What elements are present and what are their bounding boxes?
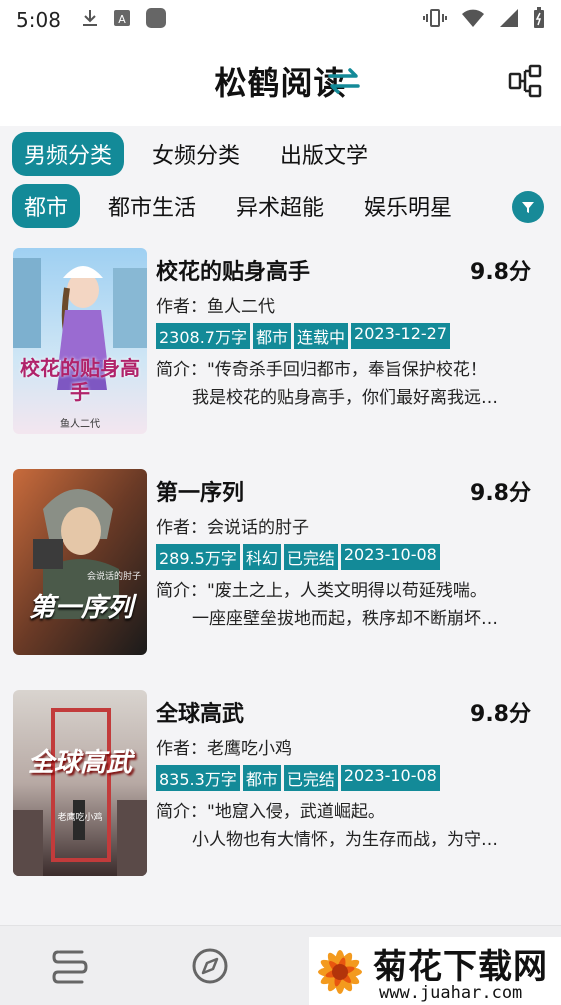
tag-word-count: 835.3万字 [156,765,240,791]
watermark-title: 菊花下载网 [373,947,548,987]
svg-text:A: A [118,13,126,26]
book-item[interactable]: 全球高武 老鹰吃小鸡 全球高武 9.8分 作者：老鹰吃小鸡 835.3万字 都市… [0,688,561,909]
book-score: 9.8分 [470,702,531,727]
intro-line: 一座座壁垒拔地而起，秩序却不断崩坏… [192,609,498,629]
book-score: 9.8分 [470,481,531,506]
status-bar: 5:08 A [0,0,561,40]
intro-line: 小人物也有大情怀，为生存而战，为守… [192,830,498,850]
tag-category: 都市 [253,323,292,349]
vibrate-icon [423,8,447,32]
tag-word-count: 289.5万字 [156,544,240,570]
tag-date: 2023-10-08 [340,544,440,570]
book-tags: 289.5万字 科幻 已完结 2023-10-08 [156,544,440,570]
app-square-icon [145,7,167,33]
tag-status: 已完结 [283,544,338,570]
book-author: 作者：老鹰吃小鸡 [156,739,292,759]
tab-publish[interactable]: 出版文学 [268,132,380,176]
book-intro: 简介："传奇杀手回归都市，奉旨保护校花！ 我是校花的贴身高手，你们最好离我远… [156,356,536,412]
watermark: 菊花下载网 www.juahar.com [309,937,561,1005]
tag-date: 2023-12-27 [351,323,451,349]
tag-category: 科幻 [242,544,281,570]
battery-icon [533,7,545,33]
book-score: 9.8分 [470,260,531,285]
intro-line: 简介："传奇杀手回归都市，奉旨保护校花！ [156,360,487,380]
tab-city[interactable]: 都市 [12,184,81,228]
status-time: 5:08 [16,8,61,32]
tag-status: 已完结 [283,765,338,791]
book-cover[interactable]: 全球高武 老鹰吃小鸡 [13,690,147,876]
cover-title: 第一序列 [28,593,133,623]
download-icon [81,8,99,32]
tag-status: 连载中 [294,323,349,349]
book-item[interactable]: 校花的贴身高手 鱼人二代 校花的贴身高手 9.8分 作者：鱼人二代 2308.7… [0,246,561,467]
book-title[interactable]: 全球高武 [156,696,244,728]
app-a-icon: A [113,9,131,31]
secondary-tabs: 都市 都市生活 异术超能 娱乐明星 [12,184,464,228]
cover-author: 会说话的肘子 [86,572,141,582]
tab-female[interactable]: 女频分类 [140,132,252,176]
app-bar: 松鹤阅读 [0,40,561,126]
signal-icon [499,8,519,32]
compass-icon[interactable] [190,946,230,986]
tab-superpower[interactable]: 异术超能 [224,184,336,228]
cover-author: 老鹰吃小鸡 [57,813,103,823]
book-item[interactable]: 第一序列 会说话的肘子 第一序列 9.8分 作者：会说话的肘子 289.5万字 … [0,467,561,688]
book-cover[interactable]: 第一序列 会说话的肘子 [13,469,147,655]
flower-logo-icon [318,950,362,994]
network-icon[interactable] [508,64,542,98]
book-title[interactable]: 第一序列 [156,475,244,507]
book-author: 作者：鱼人二代 [156,297,275,317]
intro-line: 我是校花的贴身高手，你们最好离我远… [192,388,498,408]
filter-icon [522,202,534,213]
tab-city-life[interactable]: 都市生活 [96,184,208,228]
cover-title: 全球高武 [27,748,132,778]
cover-author: 鱼人二代 [60,419,100,430]
bookshelf-icon[interactable] [50,946,90,986]
tag-category: 都市 [242,765,281,791]
intro-line: 简介："地窟入侵，武道崛起。 [156,802,385,822]
book-list: 校花的贴身高手 鱼人二代 校花的贴身高手 9.8分 作者：鱼人二代 2308.7… [0,246,561,909]
book-author: 作者：会说话的肘子 [156,518,309,538]
book-intro: 简介："废土之上，人类文明得以苟延残喘。 一座座壁垒拔地而起，秩序却不断崩坏… [156,577,536,633]
wifi-icon [461,8,485,32]
book-intro: 简介："地窟入侵，武道崛起。 小人物也有大情怀，为生存而战，为守… [156,798,536,854]
tab-male[interactable]: 男频分类 [12,132,125,176]
book-tags: 2308.7万字 都市 连载中 2023-12-27 [156,323,451,349]
filter-button[interactable] [512,191,544,223]
app-title: 松鹤阅读 [214,64,347,102]
tab-entertainment[interactable]: 娱乐明星 [352,184,464,228]
intro-line: 简介："废土之上，人类文明得以苟延残喘。 [156,581,487,601]
book-title[interactable]: 校花的贴身高手 [156,254,310,286]
tag-word-count: 2308.7万字 [156,323,250,349]
swap-icon[interactable] [326,66,362,96]
tag-date: 2023-10-08 [340,765,440,791]
book-cover[interactable]: 校花的贴身高手 鱼人二代 [13,248,147,434]
watermark-url: www.juahar.com [379,983,523,1003]
book-tags: 835.3万字 都市 已完结 2023-10-08 [156,765,440,791]
primary-tabs: 男频分类 女频分类 出版文学 [12,132,380,176]
cover-title: 校花的贴身高手 [20,356,140,404]
